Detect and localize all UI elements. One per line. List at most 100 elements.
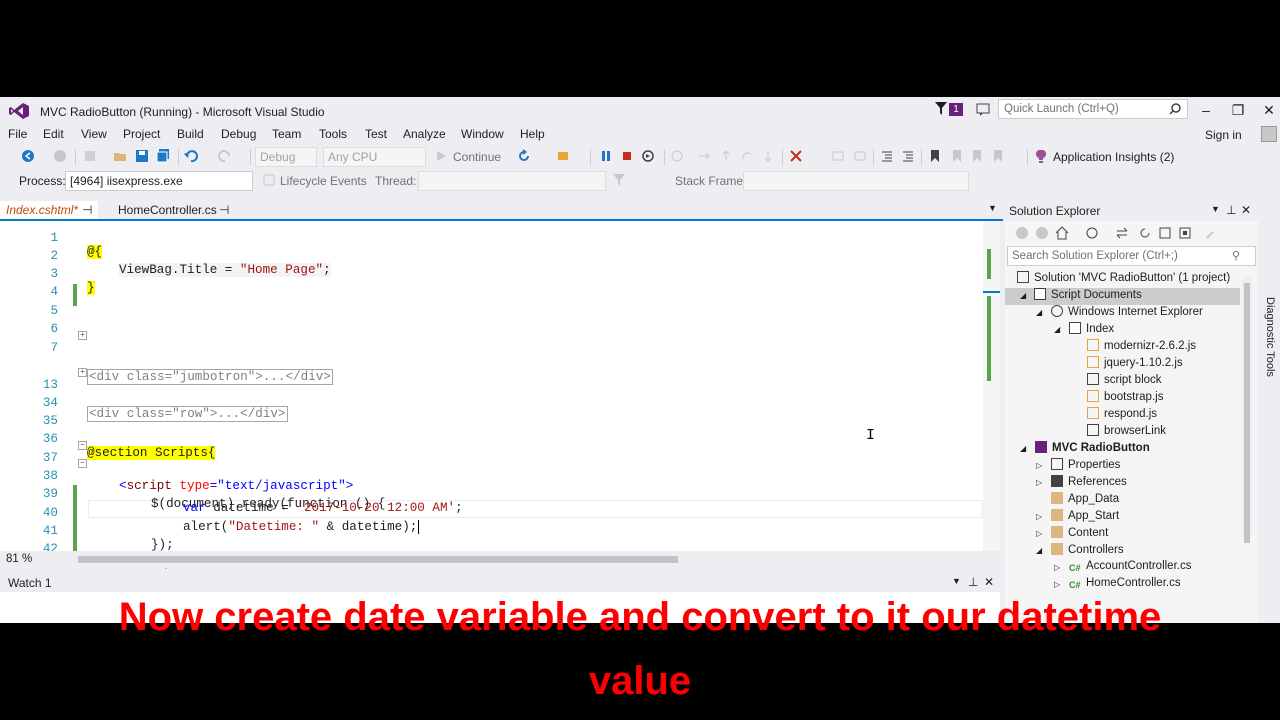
save-all-icon[interactable] [156,149,170,163]
open-file-icon[interactable] [113,149,127,163]
quick-launch-input[interactable]: Quick Launch (Ctrl+Q) [998,99,1188,119]
refresh-icon[interactable] [517,149,531,163]
menu-file[interactable]: File [8,127,27,141]
lifecycle-events-button[interactable]: Lifecycle Events [280,174,367,188]
pending-changes-icon[interactable] [1085,226,1099,240]
pin-icon[interactable]: ⊣ [219,203,229,217]
expand-region-icon[interactable]: + [78,368,87,377]
lifecycle-events-icon[interactable] [262,173,276,187]
tree-item-solution[interactable]: Solution 'MVC RadioButton' (1 project) [1017,271,1230,288]
browser-link-icon[interactable] [557,149,571,163]
code-editor[interactable]: 1 @{ 2 ViewBag.Title = "Home Page"; 3 } … [0,221,1000,570]
exception-settings-icon[interactable] [789,149,803,163]
home-icon[interactable] [1055,226,1069,240]
menu-help[interactable]: Help [520,127,545,141]
show-next-statement-icon[interactable] [670,149,684,163]
feedback-icon[interactable] [975,101,991,117]
process-select[interactable]: [4964] iisexpress.exe [65,171,253,191]
menu-test[interactable]: Test [365,127,387,141]
previous-bookmark-icon[interactable] [950,149,964,163]
menu-tools[interactable]: Tools [319,127,347,141]
menu-project[interactable]: Project [123,127,160,141]
tree-item-script-block[interactable]: script block [1087,373,1162,390]
indent-icon[interactable] [901,149,915,163]
tree-item-respond[interactable]: respond.js [1087,407,1157,424]
minimize-button[interactable]: – [1194,100,1218,120]
sign-in-link[interactable]: Sign in [1205,128,1242,142]
tree-item-browserlink[interactable]: browserLink [1087,424,1166,441]
next-bookmark-icon[interactable] [970,149,984,163]
menu-build[interactable]: Build [177,127,204,141]
refresh-icon[interactable] [1138,226,1152,240]
forward-icon[interactable] [53,149,67,163]
tree-item-accountcontroller[interactable]: ▷ C# AccountController.cs [1054,560,1191,577]
back-icon[interactable] [1015,226,1029,240]
show-all-files-icon[interactable] [1178,226,1192,240]
tree-item-script-documents[interactable]: ◢ Script Documents [1005,288,1240,305]
bookmark-icon[interactable] [928,149,942,163]
application-insights-button[interactable]: Application Insights (2) [1053,150,1174,164]
flag-thread-icon[interactable] [612,173,626,187]
comment-icon[interactable] [831,149,845,163]
menu-window[interactable]: Window [461,127,504,141]
notification-badge[interactable]: 1 [949,103,963,116]
pin-icon[interactable]: ⊥ [1226,203,1236,217]
tree-item-properties[interactable]: ▷ Properties [1036,458,1120,475]
chevron-down-icon[interactable]: ▼ [1211,204,1220,214]
expand-region-icon[interactable]: + [78,331,87,340]
collapse-all-icon[interactable] [1158,226,1172,240]
redo-icon[interactable] [218,149,232,163]
step-into-icon[interactable] [697,149,711,163]
step-over-icon[interactable] [719,149,733,163]
uncomment-icon[interactable] [853,149,867,163]
menu-debug[interactable]: Debug [221,127,256,141]
clear-bookmarks-icon[interactable] [991,149,1005,163]
horizontal-scrollbar-thumb[interactable] [78,556,678,563]
tree-item-project[interactable]: ◢ MVC RadioButton [1020,441,1150,458]
forward-icon[interactable] [1035,226,1049,240]
tree-item-references[interactable]: ▷ References [1036,475,1127,492]
stack-frame-select[interactable] [743,171,969,191]
tree-item-app-start[interactable]: ▷ App_Start [1036,509,1119,526]
tree-item-app-data[interactable]: App_Data [1051,492,1119,509]
tree-item-bootstrap[interactable]: bootstrap.js [1087,390,1163,407]
continue-play-icon[interactable] [434,149,448,163]
back-icon[interactable] [21,149,35,163]
save-icon[interactable] [135,149,149,163]
diagnostic-tools-side-tab[interactable]: Diagnostic Tools [1262,297,1276,387]
tree-item-index[interactable]: ◢ Index [1054,322,1114,339]
tab-overflow-chevron-down-icon[interactable]: ▼ [988,203,997,213]
menu-view[interactable]: View [81,127,107,141]
pin-icon[interactable]: ⊣ [82,203,92,217]
zoom-level[interactable]: 81 % [6,553,32,565]
solution-platform-select[interactable]: Any CPU [323,147,426,167]
tree-item-controllers[interactable]: ◢ Controllers [1036,543,1124,560]
tree-item-windows-internet-explorer[interactable]: ◢ Windows Internet Explorer [1036,305,1203,322]
restart-icon[interactable] [641,149,655,163]
tree-item-jquery[interactable]: jquery-1.10.2.js [1087,356,1183,373]
stop-icon[interactable] [620,149,634,163]
close-button[interactable]: ✕ [1257,100,1280,120]
solution-explorer-scrollbar[interactable] [1242,277,1252,543]
outdent-icon[interactable] [880,149,894,163]
thread-select[interactable] [418,171,606,191]
maximize-button[interactable]: ❐ [1226,100,1250,120]
collapse-region-icon[interactable]: − [78,459,87,468]
sync-icon[interactable] [1115,226,1129,240]
application-insights-icon[interactable] [1034,149,1048,163]
new-project-icon[interactable] [83,149,97,163]
pause-icon[interactable] [599,149,613,163]
step-out-icon[interactable] [740,149,754,163]
close-icon[interactable]: ✕ [1241,203,1251,217]
properties-wrench-icon[interactable] [1205,226,1219,240]
continue-button[interactable]: Continue [453,150,501,164]
undo-icon[interactable] [184,149,198,163]
menu-analyze[interactable]: Analyze [403,127,446,141]
tree-item-content[interactable]: ▷ Content [1036,526,1108,543]
step-back-icon[interactable] [761,149,775,163]
solution-configuration-select[interactable]: Debug [255,147,317,167]
tree-item-modernizr[interactable]: modernizr-2.6.2.js [1087,339,1196,356]
menu-team[interactable]: Team [272,127,301,141]
collapse-region-icon[interactable]: − [78,441,87,450]
filter-icon[interactable] [935,102,947,116]
